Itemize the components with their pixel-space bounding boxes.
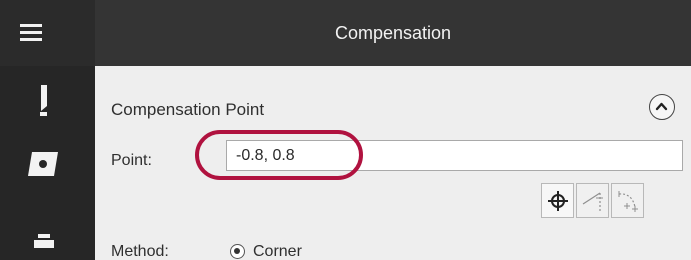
- method-corner-label[interactable]: Corner: [253, 243, 302, 260]
- pick-point-button[interactable]: [541, 183, 574, 218]
- compensation-app: Compensation Compensation Point Point: -…: [0, 0, 691, 260]
- sidebar-item-insert[interactable]: [0, 130, 95, 194]
- menu-icon: [20, 24, 42, 27]
- radio-selected-dot: [234, 248, 240, 254]
- crosshair-icon: [548, 191, 568, 211]
- arc-point-icon: [618, 191, 638, 212]
- line-point-icon: [582, 192, 603, 211]
- section-title: Compensation Point: [111, 100, 265, 119]
- point-input[interactable]: [226, 140, 683, 171]
- holder-icon: [34, 234, 54, 248]
- window-title: Compensation: [334, 23, 452, 43]
- insert-icon: [28, 152, 58, 176]
- menu-icon-line: [20, 38, 42, 41]
- sidebar-item-holder[interactable]: [0, 194, 95, 258]
- line-point-button[interactable]: [576, 183, 609, 218]
- title-bar: Compensation: [0, 0, 691, 66]
- chevron-up-icon: [655, 102, 668, 111]
- method-corner-radio[interactable]: [230, 244, 245, 259]
- tool-icon: [40, 85, 47, 116]
- menu-button[interactable]: [0, 0, 95, 66]
- sidebar-item-tool[interactable]: [0, 66, 95, 130]
- menu-icon-line: [20, 31, 42, 34]
- method-label: Method:: [111, 243, 169, 260]
- arc-point-button[interactable]: [611, 183, 644, 218]
- sidebar: [0, 66, 95, 260]
- point-label: Point:: [111, 152, 152, 169]
- collapse-section-button[interactable]: [649, 94, 675, 120]
- compensation-panel: Compensation Point Point: -0.8, 0.8 Meth…: [95, 66, 691, 260]
